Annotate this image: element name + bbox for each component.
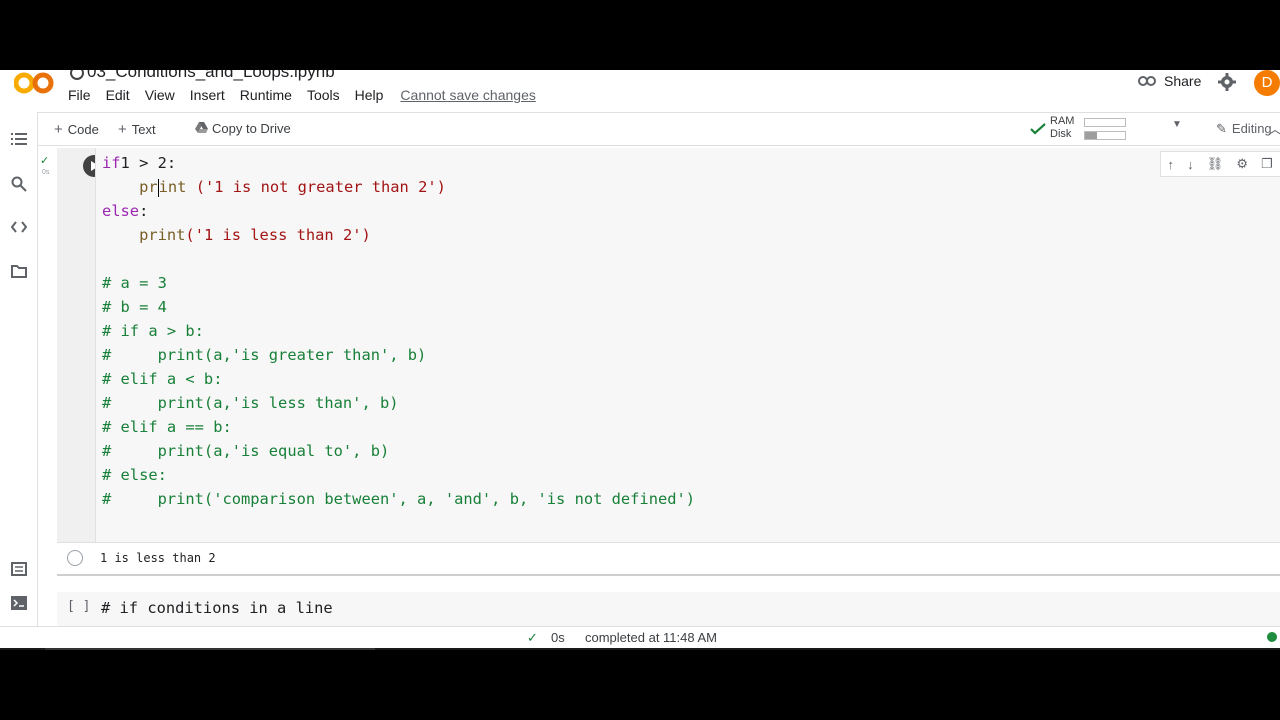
move-down-icon[interactable]: ↓ (1187, 157, 1194, 172)
exec-time: 0s (42, 169, 50, 176)
colab-window: 03_Conditions_and_Loops.ipynb File Edit … (0, 70, 1280, 648)
code-cell[interactable]: ✓ 0s if1 > 2: print ('1 is not greater t… (40, 148, 1280, 578)
check-icon: ✓ (527, 630, 538, 645)
share-label: Share (1164, 73, 1202, 89)
output-options-icon[interactable] (67, 550, 83, 566)
search-icon[interactable] (11, 176, 27, 192)
code-editor[interactable]: # if conditions in a line (95, 592, 1280, 628)
code-snippets-icon[interactable] (11, 220, 27, 234)
notebook-toolbar: + Code + Text Copy to Drive RAM Disk ▼ ✎ Ed… (38, 112, 1280, 146)
add-text-button[interactable]: + Text (118, 121, 156, 138)
github-icon (70, 70, 84, 80)
pencil-icon: ✎ (1216, 121, 1227, 136)
colab-logo (14, 72, 54, 94)
plus-icon: + (54, 121, 63, 138)
menu-file[interactable]: File (68, 87, 91, 103)
disk-usage-fill (1085, 132, 1097, 139)
cell-output: 1 is less than 2 (57, 542, 1280, 576)
files-icon[interactable] (11, 264, 27, 278)
add-code-button[interactable]: + Code (54, 121, 99, 138)
menu-help[interactable]: Help (355, 87, 384, 103)
toc-icon[interactable] (11, 132, 27, 146)
share-button[interactable]: Share (1138, 73, 1201, 89)
copy-to-drive-button[interactable]: Copy to Drive (195, 121, 291, 136)
terminal-icon[interactable] (11, 596, 27, 610)
menubar: File Edit View Insert Runtime Tools Help… (68, 87, 551, 103)
command-palette-icon[interactable] (11, 562, 27, 576)
menu-tools[interactable]: Tools (307, 87, 340, 103)
executed-check-icon: ✓ (40, 155, 50, 167)
ram-label: RAM (1050, 115, 1075, 127)
collapse-header-icon[interactable]: ︿ (1268, 119, 1280, 139)
code-cell-2[interactable]: [ ] # if conditions in a line (40, 592, 1280, 628)
status-time: 0s (551, 630, 565, 645)
output-text: 1 is less than 2 (100, 551, 216, 565)
cell-gutter (57, 148, 105, 542)
ram-usage-bar (1084, 118, 1126, 127)
save-status-link[interactable]: Cannot save changes (400, 87, 535, 103)
disk-label: Disk (1050, 128, 1072, 140)
connection-status-dot (1267, 632, 1277, 642)
status-bar: ✓ 0s completed at 11:48 AM (0, 626, 1280, 648)
drive-icon (195, 122, 208, 133)
code-editor[interactable]: if1 > 2: print ('1 is not greater than 2… (95, 148, 1280, 542)
avatar[interactable]: D (1254, 70, 1280, 96)
code-text[interactable]: if1 > 2: print ('1 is not greater than 2… (102, 151, 695, 511)
cell-gutter: [ ] (57, 592, 95, 628)
plus-icon: + (118, 121, 127, 138)
cell-toolbar: ↑ ↓ ⛓ ⚙ ❐ 🗑 ⋮ (1160, 151, 1280, 177)
bottom-edge (0, 648, 1280, 650)
link-icon (1138, 76, 1156, 86)
run-cell-button[interactable]: [ ] (67, 599, 90, 614)
left-sidebar (0, 112, 38, 648)
editing-mode-button[interactable]: ✎ Editing (1216, 121, 1272, 137)
disk-usage-bar (1084, 131, 1126, 140)
move-up-icon[interactable]: ↑ (1168, 157, 1175, 172)
link-icon[interactable]: ⛓ (1207, 156, 1224, 172)
chevron-down-icon[interactable]: ▼ (1172, 119, 1182, 130)
notebook-title[interactable]: 03_Conditions_and_Loops.ipynb (70, 70, 335, 82)
gear-icon[interactable]: ⚙ (1236, 156, 1248, 172)
gear-icon[interactable] (1217, 72, 1237, 92)
menu-view[interactable]: View (145, 87, 175, 103)
header: 03_Conditions_and_Loops.ipynb File Edit … (0, 70, 1280, 112)
mirror-cell-icon[interactable]: ❐ (1261, 156, 1273, 172)
code-text[interactable]: # if conditions in a line (101, 596, 333, 620)
menu-runtime[interactable]: Runtime (240, 87, 292, 103)
connected-check-icon (1030, 123, 1046, 135)
status-message: completed at 11:48 AM (585, 630, 718, 645)
menu-insert[interactable]: Insert (190, 87, 225, 103)
menu-edit[interactable]: Edit (106, 87, 130, 103)
